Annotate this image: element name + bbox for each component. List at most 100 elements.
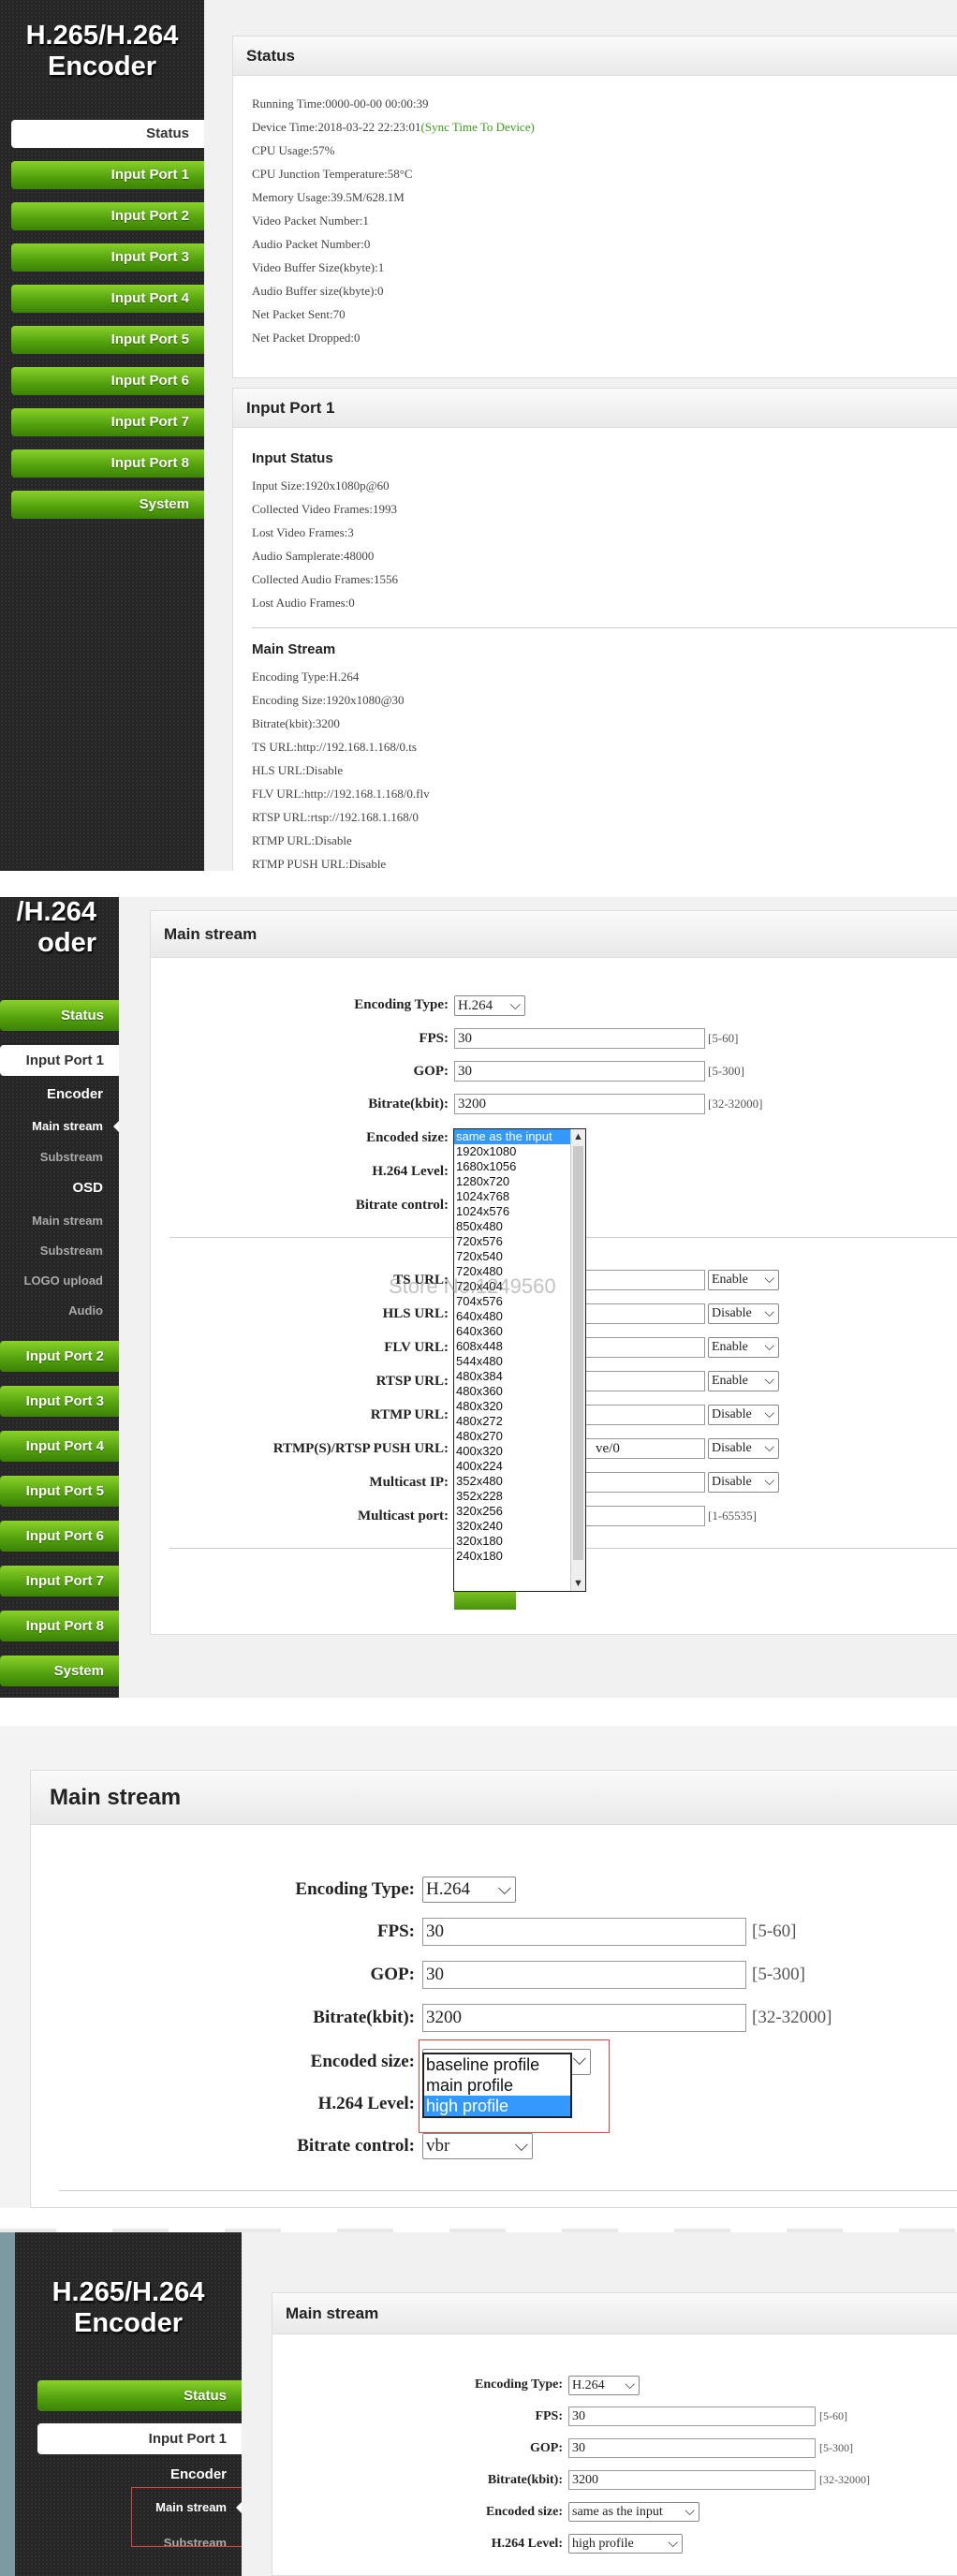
nav-input-port-2[interactable]: Input Port 2 — [11, 202, 204, 230]
size-option[interactable]: 608x448 — [454, 1339, 571, 1354]
size-option[interactable]: 320x256 — [454, 1504, 571, 1519]
nav-encoder-3[interactable]: Encoder — [124, 2466, 227, 2482]
nav-input-port-1-active[interactable]: Input Port 1 — [0, 1045, 119, 1076]
encoding-type-select-4[interactable]: H.264 — [568, 2376, 640, 2395]
bitrate-input-zoom[interactable]: 3200 — [422, 2004, 746, 2032]
size-option[interactable]: 640x360 — [454, 1324, 571, 1339]
form-divider-zoom — [59, 2190, 957, 2191]
push-url-label: RTMP(S)/RTSP PUSH URL: — [272, 1441, 449, 1456]
gop-input-4[interactable]: 30 — [568, 2438, 816, 2458]
size-option[interactable]: 1280x720 — [454, 1174, 571, 1189]
encoded-size-options: same as the input 1920x1080 1680x1056 1280x… — [454, 1129, 571, 1564]
size-option[interactable]: 480x270 — [454, 1429, 571, 1444]
ts-url-select[interactable]: Enable — [708, 1270, 779, 1290]
nav-osd[interactable]: OSD — [0, 1180, 103, 1196]
nav-input-port-7[interactable]: Input Port 7 — [11, 408, 204, 436]
nav-osd-sub[interactable]: Substream — [0, 1244, 103, 1258]
divider — [252, 627, 957, 628]
nav-system[interactable]: System — [11, 491, 204, 519]
nav-input-port-6[interactable]: Input Port 6 — [11, 367, 204, 395]
scroll-up-icon[interactable]: ▲ — [571, 1129, 585, 1144]
flv-url-select[interactable]: Enable — [708, 1337, 779, 1358]
status-panel: Status Running Time:0000-00-00 00:00:39 … — [232, 36, 957, 378]
encoded-size-select-4[interactable]: same as the input — [568, 2502, 699, 2522]
encoding-type-select[interactable]: H.264 — [454, 995, 525, 1016]
nav-osd-main[interactable]: Main stream — [0, 1214, 103, 1228]
size-option[interactable]: 1024x768 — [454, 1189, 571, 1204]
gop-input[interactable]: 30 — [454, 1061, 705, 1082]
size-option[interactable]: 850x480 — [454, 1219, 571, 1234]
nav-status[interactable]: Status — [11, 120, 204, 148]
apply-button[interactable] — [454, 1591, 516, 1610]
nav-main-stream[interactable]: Main stream — [0, 1119, 103, 1133]
size-option[interactable]: 352x228 — [454, 1489, 571, 1504]
fps-input-4[interactable]: 30 — [568, 2407, 816, 2426]
fps-input-zoom[interactable]: 30 — [422, 1918, 746, 1946]
sync-time-link[interactable]: (Sync Time To Device) — [421, 120, 535, 134]
dropdown-scrollbar[interactable]: ▲ ▼ — [570, 1129, 585, 1591]
bitrate-range-zoom: [32-32000] — [752, 2008, 832, 2027]
nav-input-port-5[interactable]: Input Port 5 — [11, 326, 204, 354]
status-title: Status — [233, 37, 957, 76]
size-option[interactable]: 320x180 — [454, 1534, 571, 1549]
size-option[interactable]: 400x320 — [454, 1444, 571, 1459]
size-option[interactable]: 320x240 — [454, 1519, 571, 1534]
size-option[interactable]: 1680x1056 — [454, 1159, 571, 1174]
bitrate-input[interactable]: 3200 — [454, 1094, 705, 1114]
size-option[interactable]: 480x360 — [454, 1384, 571, 1399]
input-status-heading: Input Status — [252, 450, 333, 466]
size-option[interactable]: 480x272 — [454, 1414, 571, 1429]
push-url-select[interactable]: Disable — [708, 1438, 779, 1459]
nav-input-port-7b[interactable]: Input Port 7 — [0, 1566, 119, 1597]
nav-input-port-4[interactable]: Input Port 4 — [11, 285, 204, 313]
nav-input-port-1[interactable]: Input Port 1 — [11, 161, 204, 189]
size-option[interactable]: 400x224 — [454, 1459, 571, 1474]
nav-input-port-4b[interactable]: Input Port 4 — [0, 1431, 119, 1462]
nav-input-port-5b[interactable]: Input Port 5 — [0, 1476, 119, 1507]
size-option[interactable]: 720x576 — [454, 1234, 571, 1249]
rtsp-url-select[interactable]: Enable — [708, 1371, 779, 1391]
nav-input-port-8b[interactable]: Input Port 8 — [0, 1611, 119, 1641]
bitrate-control-select-zoom[interactable]: vbr — [422, 2133, 533, 2159]
size-option[interactable]: 720x540 — [454, 1249, 571, 1264]
gop-input-zoom[interactable]: 30 — [422, 1961, 746, 1989]
rtmp-url-select[interactable]: Disable — [708, 1405, 779, 1425]
nav-input-port-3b[interactable]: Input Port 3 — [0, 1386, 119, 1417]
nav-input-port-6b[interactable]: Input Port 6 — [0, 1521, 119, 1552]
nav-input-port-1-3[interactable]: Input Port 1 — [37, 2423, 242, 2454]
nav-input-port-3[interactable]: Input Port 3 — [11, 243, 204, 272]
nav-input-port-2b[interactable]: Input Port 2 — [0, 1341, 119, 1372]
nav-status-3[interactable]: Status — [37, 2380, 242, 2411]
audio-packets: Audio Packet Number:0 — [252, 237, 371, 251]
rtsp-url: RTSP URL:rtsp://192.168.1.168/0 — [252, 810, 419, 824]
nav-input-port-8[interactable]: Input Port 8 — [11, 449, 204, 478]
scrollbar-thumb[interactable] — [573, 1146, 583, 1560]
h264-level-select-4[interactable]: high profile — [568, 2534, 683, 2554]
nav-status-2[interactable]: Status — [0, 1000, 119, 1031]
nav-audio[interactable]: Audio — [0, 1303, 103, 1317]
main-stream-panel-zoom: Main stream Encoding Type: H.264 FPS: 30… — [30, 1770, 957, 2208]
nav-logo-upload[interactable]: LOGO upload — [0, 1273, 104, 1288]
size-option[interactable]: 352x480 — [454, 1474, 571, 1489]
size-option[interactable]: same as the input — [454, 1129, 571, 1144]
size-option[interactable]: 480x320 — [454, 1399, 571, 1414]
size-option[interactable]: 544x480 — [454, 1354, 571, 1369]
encoding-type-select-zoom[interactable]: H.264 — [422, 1877, 516, 1903]
fps-input[interactable]: 30 — [454, 1028, 705, 1049]
size-option[interactable]: 640x480 — [454, 1309, 571, 1324]
nav-encoder[interactable]: Encoder — [0, 1086, 103, 1102]
encoded-size-dropdown[interactable]: same as the input 1920x1080 1680x1056 1280x… — [453, 1128, 586, 1592]
rtmp-push-url: RTMP PUSH URL:Disable — [252, 857, 387, 871]
nav-substream[interactable]: Substream — [0, 1150, 103, 1164]
encoding-type-label-zoom: Encoding Type: — [295, 1879, 415, 1899]
size-option[interactable]: 1920x1080 — [454, 1144, 571, 1159]
size-option[interactable]: 1024x576 — [454, 1204, 571, 1219]
hls-url-select[interactable]: Disable — [708, 1303, 779, 1324]
bitrate-input-4[interactable]: 3200 — [568, 2470, 816, 2490]
size-option[interactable]: 240x180 — [454, 1549, 571, 1564]
multicast-ip-select[interactable]: Disable — [708, 1472, 779, 1493]
size-option[interactable]: 480x384 — [454, 1369, 571, 1384]
rtsp-url-label: RTSP URL: — [375, 1374, 449, 1389]
scroll-down-icon[interactable]: ▼ — [571, 1576, 585, 1591]
nav-system-b[interactable]: System — [0, 1656, 119, 1686]
